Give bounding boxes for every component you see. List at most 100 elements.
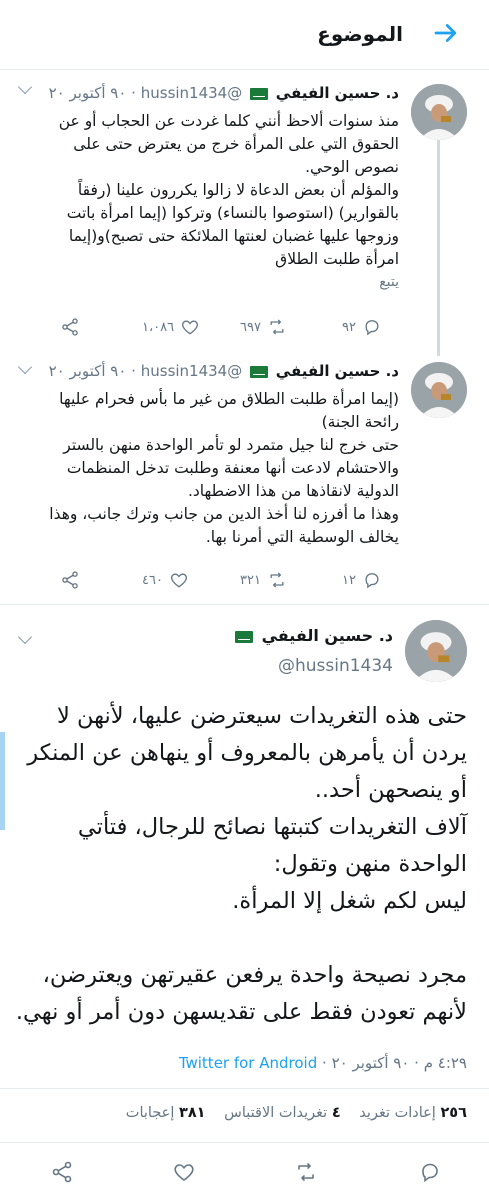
reply-button[interactable]: ١٢ (342, 570, 382, 590)
author-name[interactable]: د. حسين الفيفي (276, 84, 399, 102)
reply-icon[interactable] (418, 1160, 442, 1184)
source-link[interactable]: Twitter for Android (179, 1054, 317, 1072)
tweet-line: والمؤلم أن بعض الدعاة لا زالوا يكررون عل… (77, 181, 399, 199)
tweet-stats: ٢٥٦ إعادات تغريد ٤ تغريدات الاقتباس ٣٨١ … (112, 1105, 467, 1121)
reply-count: ٩٢ (342, 319, 356, 335)
tweet-line: يردن أن يأمرهن بالمعروف أو ينهاهن عن الم… (27, 740, 467, 766)
retweet-count: ٦٩٧ (240, 319, 261, 335)
tweet-line: لأنهم تعودن فقط على تقديسهن دون أمر أو ن… (15, 999, 467, 1025)
like-count: ٤٦٠ (142, 572, 163, 588)
divider (0, 1142, 489, 1143)
back-arrow-icon[interactable] (431, 18, 461, 48)
avatar[interactable] (411, 362, 467, 418)
author-name-text: د. حسين الفيفي (261, 626, 393, 645)
scroll-indicator (0, 732, 5, 830)
heart-icon (170, 573, 187, 588)
author-handle[interactable]: @hussin1434 (278, 656, 393, 676)
retweets-label: إعادات تغريد (359, 1105, 436, 1121)
chevron-down-icon[interactable] (17, 359, 33, 375)
divider (0, 604, 489, 605)
saudi-flag-icon (235, 630, 253, 643)
like-button[interactable]: ١،٠٨٦ (142, 317, 200, 337)
tweet-line: يخالف الوسطية التي أمرنا بها. (205, 528, 399, 546)
like-button[interactable]: ٤٦٠ (142, 570, 189, 590)
tweet-line: آلاف التغريدات كتبتها نصائح للرجال، فتأت… (77, 814, 467, 840)
timestamp-text[interactable]: ٤:٢٩ م · ٩٠ أكتوبر ٢٠ · (322, 1054, 467, 1072)
tweet-line: الواحدة منهن وتقول: (273, 851, 467, 877)
heart-icon (182, 320, 199, 335)
tweet-line: وزوجها عليها غضبان لعنتها الملائكة حتى ت… (68, 227, 399, 245)
tweet-body: منذ سنوات ألاحظ أنني كلما غردت عن الحجاب… (18, 110, 399, 294)
retweet-button[interactable]: ٣٢١ (240, 570, 287, 590)
avatar[interactable] (411, 84, 467, 140)
retweet-icon (270, 319, 284, 335)
tweet-line: نصوص الوحي. (305, 158, 399, 176)
share-button[interactable] (60, 570, 80, 590)
quotes-label: تغريدات الاقتباس (224, 1105, 328, 1121)
tweet-line (14, 920, 467, 957)
tweet-line: وهذا ما أفرزه لنا أخذ الدين من جانب وترك… (49, 505, 399, 523)
like-count: ١،٠٨٦ (142, 319, 175, 335)
author-handle[interactable]: @hussin1434 (141, 84, 243, 102)
tweet-meta: د. حسين الفيفي @hussin1434 · ٩٠ أكتوبر ٢… (49, 84, 399, 102)
quotes-count: ٤ (331, 1105, 341, 1121)
author-name[interactable]: د. حسين الفيفي (232, 626, 393, 645)
tweet-actions: ٤٦٠ ٣٢١ ١٢ (60, 570, 390, 594)
tweet-meta: د. حسين الفيفي @hussin1434 · ٩٠ أكتوبر ٢… (49, 362, 399, 380)
retweet-count: ٣٢١ (240, 572, 261, 588)
tweet-line: منذ سنوات ألاحظ أنني كلما غردت عن الحجاب… (58, 112, 399, 130)
share-icon[interactable] (50, 1160, 74, 1184)
share-icon (62, 571, 78, 589)
tweet-line: الحقوق التي على المرأة خرج من يعترض حتى … (73, 135, 399, 153)
tweet-time[interactable]: · ٩٠ أكتوبر ٢٠ (49, 84, 136, 102)
main-tweet-actions (0, 1160, 489, 1190)
reply-count: ١٢ (342, 572, 356, 588)
thread-continues-label: يتبع (379, 274, 399, 290)
author-handle[interactable]: @hussin1434 (141, 362, 243, 380)
retweet-icon (270, 572, 284, 588)
likes-label: إعجابات (125, 1105, 175, 1121)
tweet-body: (إيما امرأة طلبت الطلاق من غير ما بأس فح… (18, 388, 399, 549)
tweet-line: أو ينصحهن أحد.. (314, 777, 467, 803)
share-icon (62, 318, 78, 336)
reply-icon (365, 573, 379, 589)
retweet-icon[interactable] (294, 1160, 318, 1184)
top-bar: الموضوع (0, 0, 489, 70)
page-title: الموضوع (317, 22, 403, 46)
thread-line (437, 140, 440, 356)
tweet-actions: ١،٠٨٦ ٦٩٧ ٩٢ (60, 317, 390, 341)
divider (0, 1088, 489, 1089)
tweet-line: امرأة طلبت الطلاق (275, 250, 399, 268)
avatar[interactable] (405, 620, 467, 682)
retweet-button[interactable]: ٦٩٧ (240, 317, 287, 337)
quotes-stat[interactable]: ٤ تغريدات الاقتباس (224, 1105, 341, 1121)
saudi-flag-icon (250, 365, 269, 378)
tweet-line: حتى خرج لنا جيل متمرد لو تأمر الواحدة من… (63, 436, 399, 454)
saudi-flag-icon (250, 87, 269, 100)
main-tweet-body: حتى هذه التغريدات سيعترضن عليها، لأنهن ل… (14, 698, 467, 1031)
tweet-line: والاحتشام لادعت أنها معنفة وطلبت تدخل ال… (66, 459, 399, 477)
reply-icon (365, 320, 379, 336)
chevron-down-icon[interactable] (17, 629, 33, 645)
avatar-image (405, 620, 467, 682)
tweet-line: مجرد نصيحة واحدة يرفعن عقيرتهن ويعترضن، (42, 962, 467, 988)
share-button[interactable] (60, 317, 80, 337)
tweet-line: (إيما امرأة طلبت الطلاق من غير ما بأس فح… (59, 390, 399, 408)
likes-count: ٣٨١ (178, 1105, 206, 1121)
chevron-down-icon[interactable] (17, 79, 33, 95)
tweet-time[interactable]: · ٩٠ أكتوبر ٢٠ (49, 362, 136, 380)
tweet-line: بالقوارير) (استوصوا بالنساء) وتركوا (إيم… (66, 204, 399, 222)
likes-stat[interactable]: ٣٨١ إعجابات (126, 1105, 206, 1121)
retweets-count: ٢٥٦ (440, 1105, 467, 1121)
tweet-line: الدولية لانقاذها من هذا الاضطهاد. (187, 482, 399, 500)
avatar-image (411, 84, 467, 140)
author-name[interactable]: د. حسين الفيفي (276, 362, 399, 380)
tweet-line: حتى هذه التغريدات سيعترضن عليها، لأنهن ل… (56, 703, 467, 729)
tweet-timestamp: ٤:٢٩ م · ٩٠ أكتوبر ٢٠ · Twitter for Andr… (179, 1054, 467, 1072)
reply-button[interactable]: ٩٢ (342, 317, 382, 337)
tweet-line: ليس لكم شغل إلا المرأة. (232, 888, 467, 914)
retweets-stat[interactable]: ٢٥٦ إعادات تغريد (359, 1105, 467, 1121)
tweet-line: رائحة الجنة) (321, 413, 399, 431)
avatar-image (411, 362, 467, 418)
heart-icon[interactable] (172, 1160, 196, 1184)
